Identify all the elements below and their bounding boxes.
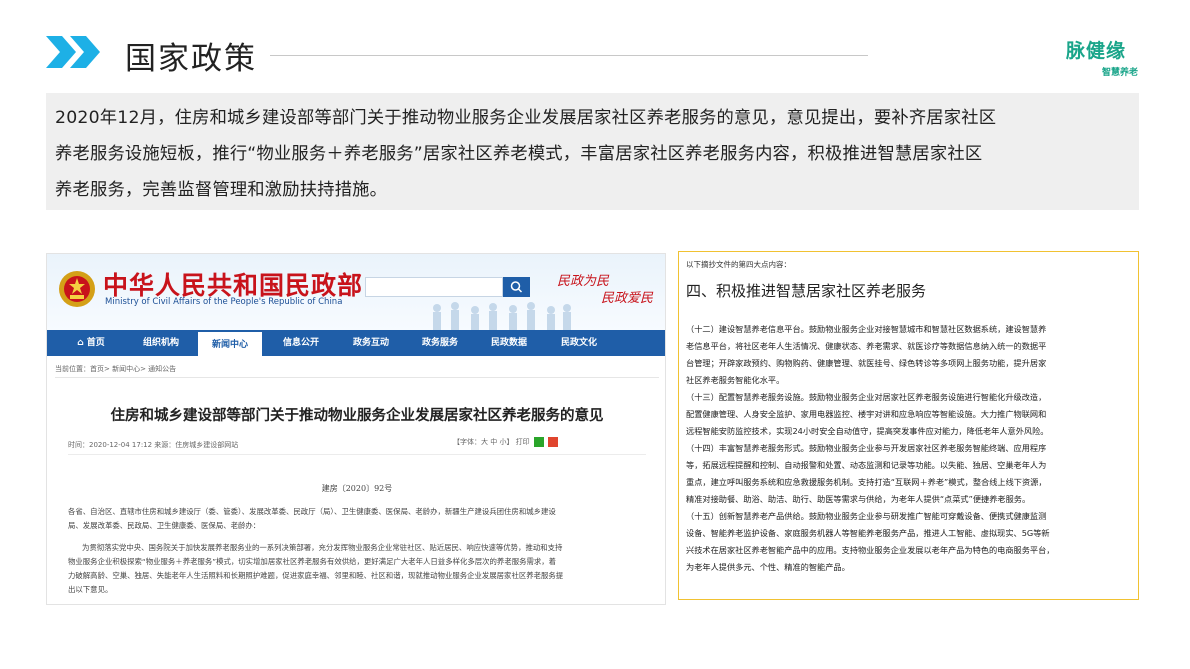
excerpt-line: （十二）建设智慧养老信息平台。鼓励物业服务企业对接智慧城市和智慧社区数据系统，建… <box>686 324 1047 334</box>
search-icon <box>510 281 523 293</box>
site-nav-bar: ⌂ 首页 组织机构 新闻中心 信息公开 政务互动 政务服务 民政数据 民政文化 <box>47 330 665 356</box>
excerpt-line: 配置健康管理、人身安全监护、家用电器监控、楼宇对讲和应急响应等智能设施。大力推广… <box>686 409 1047 419</box>
site-search-button[interactable] <box>503 277 530 297</box>
recipients-line: 局、发展改革委、民政局、卫生健康委、医保局、老龄办： <box>68 521 261 530</box>
excerpt-box: 以下摘抄文件的第四大点内容： 四、积极推进智慧居家社区养老服务 （十二）建设智慧… <box>678 251 1139 600</box>
intro-line: 养老服务，完善监督管理和激励扶持措施。 <box>55 180 388 200</box>
excerpt-line: 社区养老服务智能化水平。 <box>686 375 785 385</box>
nav-culture[interactable]: 民政文化 <box>547 330 611 356</box>
intro-line: 2020年12月，住房和城乡建设部等部门关于推动物业服务企业发展居家社区养老服务… <box>55 108 997 128</box>
home-icon: ⌂ <box>77 338 87 348</box>
nav-interaction[interactable]: 政务互动 <box>339 330 403 356</box>
ministry-name-en: Ministry of Civil Affairs of the People'… <box>105 297 343 307</box>
people-silhouette-graphic <box>433 302 571 330</box>
nav-services[interactable]: 政务服务 <box>408 330 472 356</box>
wechat-share-icon[interactable] <box>533 437 544 447</box>
excerpt-line: 兴技术在居家社区养老智能产品中的应用。支持物业服务企业发展以老年产品为特色的电商… <box>686 545 1055 555</box>
slogan-line-2: 民政爱民 <box>601 291 654 306</box>
intro-panel: 2020年12月，住房和城乡建设部等部门关于推动物业服务企业发展居家社区养老服务… <box>46 93 1139 210</box>
breadcrumb: 当前位置：首页> 新闻中心> 通知公告 <box>55 365 177 373</box>
logo-wordmark: 脉健缘 <box>1066 40 1127 62</box>
divider <box>68 454 646 455</box>
nav-data[interactable]: 民政数据 <box>477 330 541 356</box>
excerpt-line: 等，拓展远程提醒和控制、自动报警和处置、动态监测和记录等功能。以失能、独居、空巢… <box>686 460 1047 470</box>
excerpt-body: （十二）建设智慧养老信息平台。鼓励物业服务企业对接智慧城市和智慧社区数据系统，建… <box>686 321 1132 576</box>
site-search-input[interactable] <box>365 277 503 297</box>
body-line: 为贯彻落实党中央、国务院关于加快发展养老服务业的一系列决策部署，充分发挥物业服务… <box>82 543 563 552</box>
title-divider <box>270 55 868 56</box>
excerpt-note: 以下摘抄文件的第四大点内容： <box>686 260 791 269</box>
recipients-line: 各省、自治区、直辖市住房和城乡建设厅（委、管委）、发展改革委、民政厅（局）、卫生… <box>68 507 556 516</box>
ministry-website-screenshot: 中华人民共和国民政部 Ministry of Civil Affairs of … <box>46 253 666 605</box>
divider <box>55 377 659 378</box>
excerpt-line: 精准对接助餐、助浴、助洁、助行、助医等需求与供给，为老年人提供“点菜式”便捷养老… <box>686 494 1031 504</box>
excerpt-line: 重点，建立呼叫服务系统和应急救援服务机制。支持打造“互联网＋养老”模式，整合线上… <box>686 477 1047 487</box>
excerpt-line: 远程智能安防监控技术，实现24小时安全自动值守，提高突发事件应对能力，降低老年人… <box>686 426 1049 436</box>
body-line: 力破解高龄、空巢、独居、失能老年人生活照料和长期照护难题，促进家庭幸福、邻里和睦… <box>68 571 564 580</box>
nav-news-center[interactable]: 新闻中心 <box>198 330 262 356</box>
body-line: 物业服务企业积极探索“物业服务＋养老服务”模式，切实增加居家社区养老服务有效供给… <box>68 557 557 566</box>
weibo-share-icon[interactable] <box>548 437 559 447</box>
excerpt-line: 老信息平台，将社区老年人生活情况、健康状态、养老需求、就医诊疗等数据信息纳入统一… <box>686 341 1047 351</box>
slide-header: 国家政策 脉健缘 智慧养老 <box>0 0 1190 90</box>
nav-info-public[interactable]: 信息公开 <box>269 330 333 356</box>
page-title: 国家政策 <box>125 41 257 77</box>
excerpt-line: 设备、智能养老监护设备、家庭服务机器人等智能养老服务产品，推进人工智能、虚拟现实… <box>686 528 1050 538</box>
body-line: 出以下意见。 <box>68 585 113 594</box>
excerpt-line: （十四）丰富智慧养老服务形式。鼓励物业服务企业参与开发居家社区养老服务智能终端、… <box>686 443 1047 453</box>
intro-line: 养老服务设施短板，推行“物业服务＋养老服务”居家社区养老模式，丰富居家社区养老服… <box>55 144 983 164</box>
double-chevron-right-icon <box>46 36 100 68</box>
article-meta: 时间：2020-12-04 17:12 来源：住房城乡建设部网站 <box>68 441 239 449</box>
excerpt-line: 台管理；开辟家政预约、购物购药、健康管理、就医挂号、绿色转诊等多项网上服务功能，… <box>686 358 1047 368</box>
excerpt-heading: 四、积极推进智慧居家社区养老服务 <box>686 282 927 300</box>
excerpt-line: （十三）配置智慧养老服务设施。鼓励物业服务企业对居家社区养老服务设施进行智能化升… <box>686 392 1047 402</box>
article-title: 住房和城乡建设部等部门关于推动物业服务企业发展居家社区养老服务的意见 <box>110 408 604 424</box>
excerpt-line: （十五）创新智慧养老产品供给。鼓励物业服务企业参与研发推广智能可穿戴设备、便携式… <box>686 511 1047 521</box>
logo-tagline: 智慧养老 <box>1102 68 1139 78</box>
nav-organization[interactable]: 组织机构 <box>129 330 193 356</box>
site-banner: 中华人民共和国民政部 Ministry of Civil Affairs of … <box>47 254 665 330</box>
excerpt-line: 为老年人提供多元、个性、精准的智能产品。 <box>686 562 850 572</box>
national-emblem-icon <box>59 271 95 307</box>
article-tools: 【字体：大 中 小】 打印 <box>453 437 559 447</box>
font-size-and-print[interactable]: 【字体：大 中 小】 打印 <box>453 438 530 446</box>
nav-home[interactable]: ⌂ 首页 <box>65 330 117 356</box>
brand-logo: 脉健缘 智慧养老 <box>1066 36 1150 82</box>
document-number: 建房〔2020〕92号 <box>321 484 393 493</box>
